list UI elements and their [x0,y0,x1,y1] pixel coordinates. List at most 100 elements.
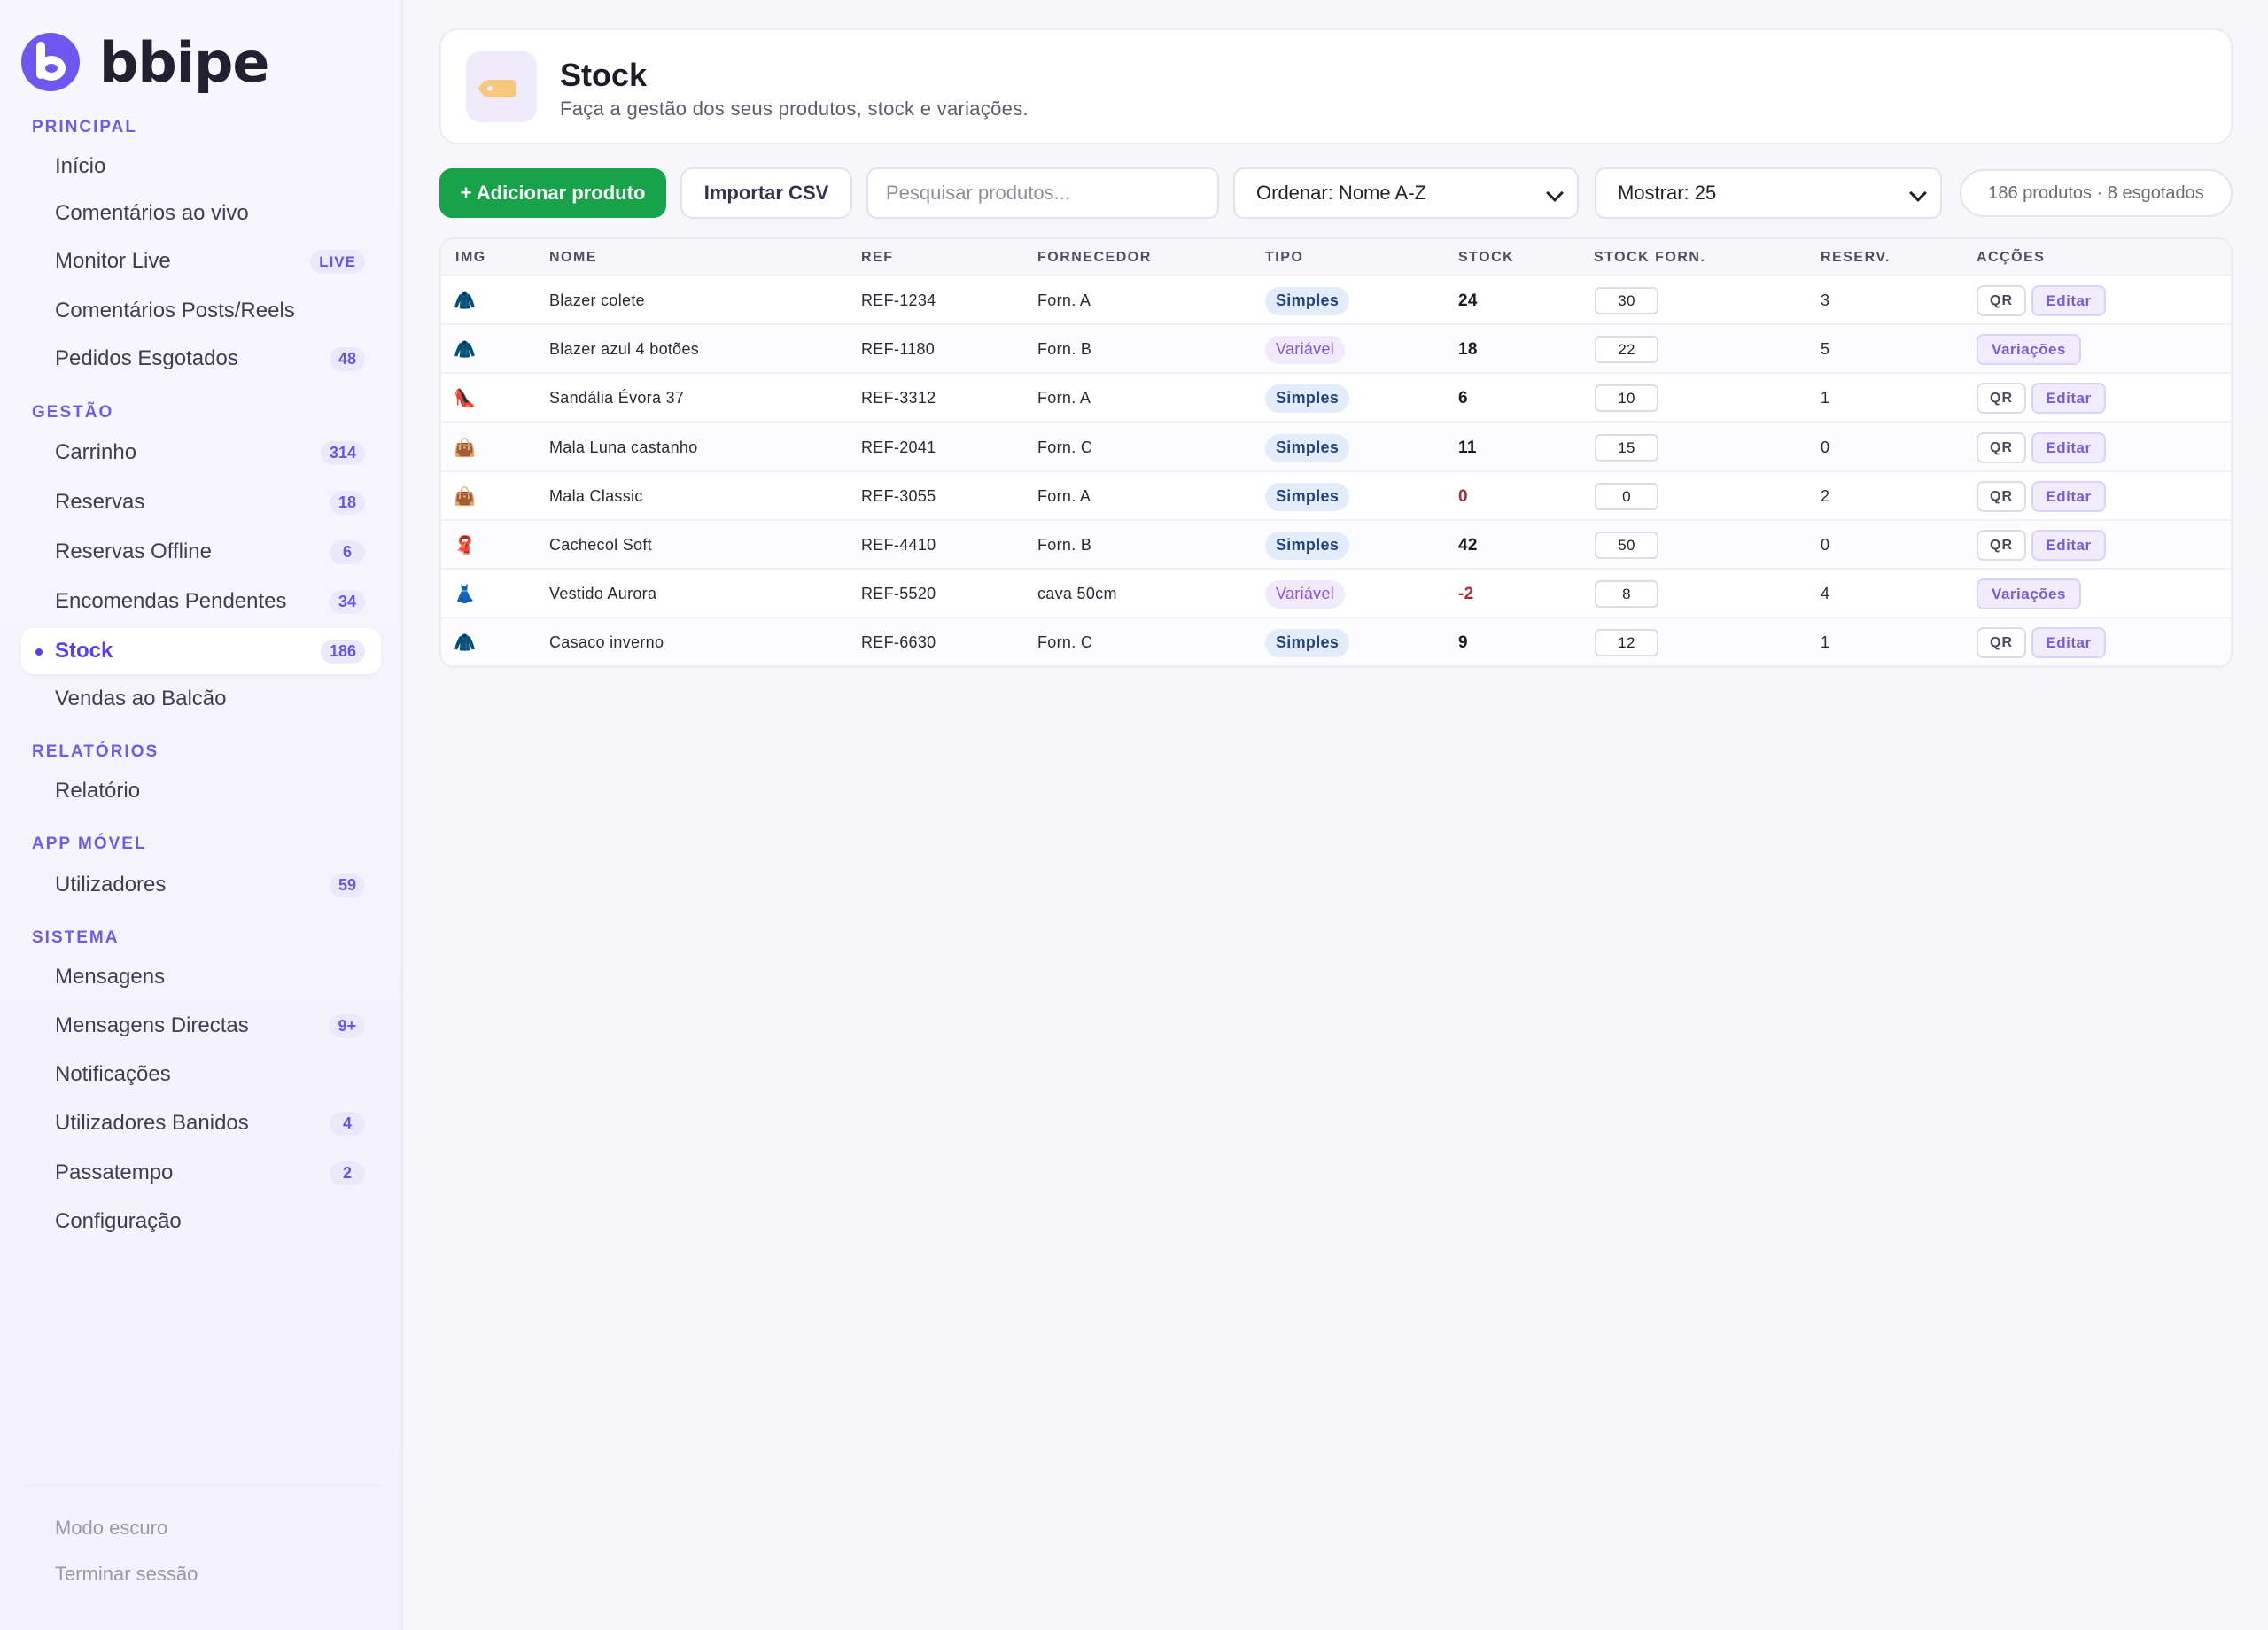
sidebar-item-reservas-offline[interactable]: Reservas Offline 6 [21,529,381,575]
sidebar-item-label: Configuração [55,1209,182,1233]
qr-button[interactable]: QR [1977,383,2026,414]
page-size-select[interactable]: Mostrar: 25 [1595,167,1942,219]
count-badge: 314 [320,441,365,465]
sidebar-item-stock[interactable]: Stock 186 [21,628,381,674]
product-name: Vestido Aurora [549,585,657,602]
reserved-count: 0 [1821,536,1830,554]
edit-button[interactable]: Editar [2031,383,2106,414]
sidebar-item-encomendas-pendentes[interactable]: Encomendas Pendentes 34 [21,578,381,625]
count-badge: 34 [329,590,365,614]
stock-value: 18 [1458,339,1478,359]
supplier-stock-input[interactable]: 30 [1595,287,1658,314]
table-row[interactable]: 🧣 Cachecol Soft REF-4410 Forn. B Simples 42 50… [441,521,2231,570]
table-row[interactable]: 👜 Mala Classic REF-3055 Forn. A Simples 0 0 2 QR… [441,472,2231,521]
product-ref: REF-1234 [861,291,936,309]
sidebar-item-monitor-live[interactable]: Monitor Live LIVE [21,238,381,284]
sidebar-item-carrinho[interactable]: Carrinho 314 [21,430,381,476]
variations-button[interactable]: Variações [1977,578,2081,609]
sidebar-item-pedidos-esgotados[interactable]: Pedidos Esgotados 48 [21,336,381,382]
supplier-stock-input[interactable]: 8 [1595,580,1658,608]
table-row[interactable]: 🧥 Blazer azul 4 botões REF-1180 Forn. B Vari… [441,325,2231,374]
products-table: IMG NOME REF FORNECEDOR TIPO STOCK STOCK… [439,237,2233,668]
column-header-tipo[interactable]: TIPO [1265,250,1303,266]
count-badge: 6 [330,540,365,564]
stock-value: 6 [1458,388,1468,408]
reserved-count: 0 [1821,439,1830,456]
column-header-stock[interactable]: STOCK [1458,250,1514,266]
supplier-stock-input[interactable]: 10 [1595,384,1658,412]
variations-button[interactable]: Variações [1977,334,2081,365]
sidebar-item-label: Utilizadores [55,873,167,896]
column-header-ref[interactable]: REF [861,250,894,266]
column-header-nome[interactable]: NOME [549,250,597,266]
column-header-fornecedor[interactable]: FORNECEDOR [1037,250,1152,266]
count-badge: 18 [329,491,365,515]
coat-icon: 🧥 [454,340,477,360]
handbag-icon: 👜 [454,487,477,507]
product-name: Mala Classic [549,487,643,505]
qr-button[interactable]: QR [1977,481,2026,512]
supplier-stock-input[interactable]: 22 [1595,336,1658,363]
qr-button[interactable]: QR [1977,432,2026,463]
reserved-count: 1 [1821,633,1830,651]
reserved-count: 1 [1821,389,1830,407]
sidebar-item-mensagens[interactable]: Mensagens [21,954,381,1000]
supplier-stock-input[interactable]: 12 [1595,629,1658,656]
product-supplier: Forn. A [1037,389,1091,407]
sidebar-item-notificacoes[interactable]: Notificações [21,1052,381,1098]
page-subtitle: Faça a gestão dos seus produtos, stock e… [560,97,1029,120]
page-size-select-value: Mostrar: 25 [1618,182,1717,204]
table-row[interactable]: 👜 Mala Luna castanho REF-2041 Forn. C Simple… [441,423,2231,472]
qr-button[interactable]: QR [1977,530,2026,561]
qr-button[interactable]: QR [1977,285,2026,316]
stock-value: 0 [1458,486,1468,506]
column-header-stock-forn[interactable]: STOCK FORN. [1594,250,1705,266]
table-row[interactable]: 👠 Sandália Évora 37 REF-3312 Forn. A Simples… [441,374,2231,423]
import-csv-button[interactable]: Importar CSV [680,167,852,219]
brand-name: bbipe [99,29,269,95]
edit-button[interactable]: Editar [2031,530,2106,561]
count-badge: 48 [329,347,365,371]
sidebar-item-comentarios-ao-vivo[interactable]: Comentários ao vivo [21,190,381,237]
sidebar-item-label: Encomendas Pendentes [55,589,287,613]
edit-button[interactable]: Editar [2031,285,2106,316]
table-row[interactable]: 🧥 Blazer colete REF-1234 Forn. A Simples 24 30… [441,276,2231,325]
edit-button[interactable]: Editar [2031,432,2106,463]
brand-logo[interactable]: bbipe [21,29,269,95]
search-input[interactable] [866,167,1219,219]
sidebar-item-label: Passatempo [55,1160,174,1184]
table-row[interactable]: 🧥 Casaco inverno REF-6630 Forn. C Simples 9 12… [441,618,2231,666]
sidebar-item-mensagens-directas[interactable]: Mensagens Directas 9+ [21,1003,381,1049]
type-badge: Simples [1265,531,1350,560]
edit-button[interactable]: Editar [2031,627,2106,658]
product-ref: REF-1180 [861,340,936,358]
product-ref: REF-3055 [861,487,936,505]
sidebar-item-utilizadores[interactable]: Utilizadores 59 [21,862,381,908]
product-ref: REF-3312 [861,389,936,407]
supplier-stock-input[interactable]: 50 [1595,532,1658,559]
supplier-stock-input[interactable]: 15 [1595,434,1658,462]
sidebar-item-passatempo[interactable]: Passatempo 2 [21,1150,381,1196]
type-badge: Variável [1265,335,1346,364]
sidebar-item-relatorio[interactable]: Relatório [21,768,381,814]
dark-mode-toggle[interactable]: Modo escuro [55,1517,167,1540]
sort-select-value: Ordenar: Nome A-Z [1256,182,1426,204]
logout-link[interactable]: Terminar sessão [55,1563,198,1586]
table-row[interactable]: 👗 Vestido Aurora REF-5520 cava 50cm Variável… [441,570,2231,618]
edit-button[interactable]: Editar [2031,481,2106,512]
sidebar-item-configuracao[interactable]: Configuração [21,1199,381,1245]
sidebar-item-vendas-balcao[interactable]: Vendas ao Balcão [21,676,381,722]
sidebar-item-utilizadores-banidos[interactable]: Utilizadores Banidos 4 [21,1100,381,1146]
sort-select[interactable]: Ordenar: Nome A-Z [1233,167,1579,219]
product-ref: REF-6630 [861,633,936,651]
qr-button[interactable]: QR [1977,627,2026,658]
add-product-button[interactable]: + Adicionar produto [439,168,666,218]
sidebar-item-reservas[interactable]: Reservas 18 [21,479,381,525]
supplier-stock-input[interactable]: 0 [1595,483,1658,510]
product-ref: REF-4410 [861,536,936,554]
type-badge: Variável [1265,579,1346,609]
column-header-reserv[interactable]: RESERV. [1821,250,1891,266]
sidebar-item-inicio[interactable]: Início [21,144,381,190]
sidebar-item-comentarios-posts[interactable]: Comentários Posts/Reels [21,288,381,334]
coat-icon: 🧥 [454,633,477,653]
